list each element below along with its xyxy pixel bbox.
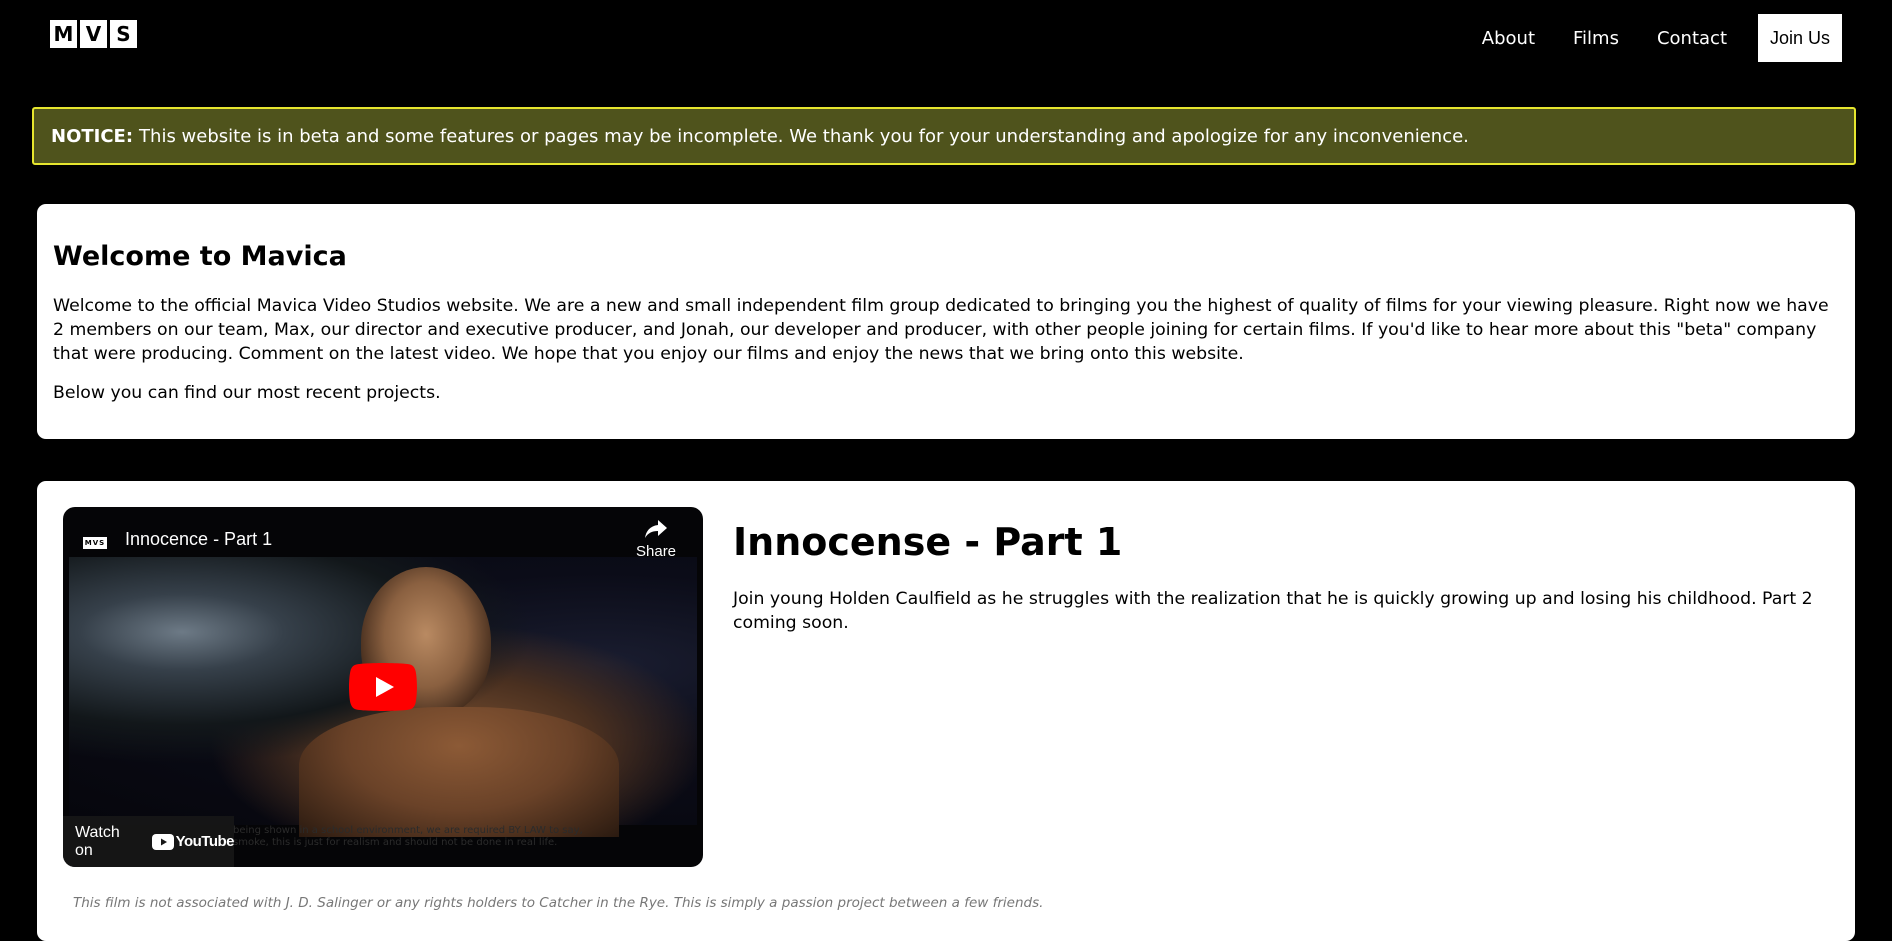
logo-letter-m: M xyxy=(50,20,77,48)
welcome-card: Welcome to Mavica Welcome to the officia… xyxy=(37,204,1855,439)
film-description: Join young Holden Caulfield as he strugg… xyxy=(733,589,1813,633)
site-logo[interactable]: M V S xyxy=(50,20,137,48)
play-icon[interactable] xyxy=(349,663,417,711)
youtube-wordmark: YouTube xyxy=(175,833,235,850)
notice-text: This website is in beta and some feature… xyxy=(139,125,1469,147)
logo-letter-s: S xyxy=(110,20,137,48)
video-caption-overlay: being shown in a school environment, we … xyxy=(233,825,583,849)
recent-projects-text: Below you can find our most recent proje… xyxy=(53,383,441,403)
film-disclaimer: This film is not associated with J. D. S… xyxy=(73,895,1044,911)
welcome-intro-paragraph: Welcome to the official Mavica Video Stu… xyxy=(53,296,1829,364)
youtube-logo: YouTube xyxy=(151,833,235,850)
nav-link-films[interactable]: Films xyxy=(1573,28,1619,49)
youtube-play-icon xyxy=(151,833,174,850)
beta-notice-banner: NOTICE: This website is in beta and some… xyxy=(32,107,1856,165)
site-header: M V S About Films Contact Join Us xyxy=(0,0,1892,80)
nav-link-about[interactable]: About xyxy=(1482,28,1535,49)
channel-logo-icon[interactable]: MVS xyxy=(83,537,107,549)
caption-line: being shown in a school environment, we … xyxy=(233,825,583,836)
logo-letter-v: V xyxy=(80,20,107,48)
video-title-bar: MVS Innocence - Part 1 Share xyxy=(63,507,703,571)
film-card: MVS Innocence - Part 1 Share being shown… xyxy=(37,481,1855,941)
main-nav: About Films Contact Join Us xyxy=(1482,14,1842,62)
share-button[interactable]: Share xyxy=(636,519,676,560)
share-icon xyxy=(645,520,667,538)
watch-on-label: Watch on xyxy=(75,823,120,859)
notice-label: NOTICE: xyxy=(51,125,134,147)
join-us-button[interactable]: Join Us xyxy=(1758,14,1842,62)
share-label: Share xyxy=(636,543,677,560)
film-title: Innocense - Part 1 xyxy=(733,520,1123,564)
welcome-heading: Welcome to Mavica xyxy=(53,241,347,272)
caption-line: smoke, this is just for realism and shou… xyxy=(233,837,558,848)
video-title[interactable]: Innocence - Part 1 xyxy=(125,529,272,550)
thumbnail-figure-body xyxy=(299,707,619,837)
video-embed[interactable]: MVS Innocence - Part 1 Share being shown… xyxy=(63,507,703,867)
nav-link-contact[interactable]: Contact xyxy=(1657,28,1727,49)
watch-on-youtube-button[interactable]: Watch on YouTube xyxy=(63,816,235,867)
